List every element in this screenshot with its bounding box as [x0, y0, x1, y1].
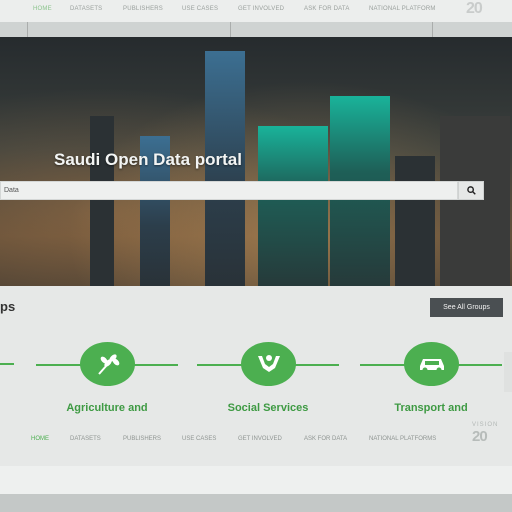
- nav-use-cases[interactable]: USE CASES: [182, 6, 218, 12]
- group-icon-circle: [404, 342, 459, 386]
- bottom-navigation: HOME DATASETS PUBLISHERS USE CASES GET I…: [0, 426, 512, 466]
- group-card-agriculture[interactable]: Agriculture and: [36, 340, 178, 414]
- skyline-building: [258, 126, 328, 286]
- nav-datasets[interactable]: DATASETS: [70, 6, 102, 12]
- footer-bar: [0, 494, 512, 512]
- nav-home[interactable]: HOME: [33, 6, 52, 12]
- skyline-building: [395, 156, 435, 286]
- see-all-groups-button[interactable]: See All Groups: [430, 298, 503, 317]
- hands-icon: [257, 355, 280, 372]
- group-card-social-services[interactable]: Social Services: [197, 340, 339, 414]
- search-button[interactable]: [458, 181, 484, 200]
- vision-year: 20: [472, 428, 488, 445]
- vision-2030-logo: VISION 20: [472, 422, 512, 460]
- skyline-building: [90, 116, 114, 286]
- search-input[interactable]: [4, 187, 457, 194]
- group-card-partial: [504, 352, 512, 392]
- nav-national-platforms[interactable]: NATIONAL PLATFORMS: [369, 436, 436, 442]
- nav-use-cases[interactable]: USE CASES: [182, 436, 216, 442]
- car-icon: [419, 359, 444, 373]
- groups-heading: ps: [0, 299, 16, 314]
- top-navigation: HOME DATASETS PUBLISHERS USE CASES GET I…: [0, 0, 512, 22]
- wheat-icon: [97, 354, 119, 375]
- nav-national-platform[interactable]: NATIONAL PLATFORM: [369, 6, 436, 12]
- page-title: Saudi Open Data portal: [54, 150, 242, 169]
- group-icon-circle: [241, 342, 296, 386]
- skyline-building: [440, 116, 510, 286]
- search-icon: [466, 186, 476, 195]
- nav-ask-for-data[interactable]: ASK FOR DATA: [304, 6, 350, 12]
- group-icon-circle: [80, 342, 135, 386]
- group-card-transport[interactable]: Transport and: [360, 340, 502, 414]
- nav-home[interactable]: HOME: [31, 436, 49, 442]
- vision-logo-ghost: 20: [466, 0, 483, 17]
- group-label: Transport and: [394, 402, 468, 414]
- nav-get-involved[interactable]: GET INVOLVED: [238, 6, 284, 12]
- nav-get-involved[interactable]: GET INVOLVED: [238, 436, 282, 442]
- group-label: Agriculture and: [66, 402, 148, 414]
- footer: [0, 466, 512, 494]
- search-bar: [0, 181, 458, 200]
- nav-datasets[interactable]: DATASETS: [70, 436, 101, 442]
- group-label: Social Services: [227, 402, 309, 414]
- nav-ask-for-data[interactable]: ASK FOR DATA: [304, 436, 347, 442]
- nav-publishers[interactable]: PUBLISHERS: [123, 6, 163, 12]
- nav-publishers[interactable]: PUBLISHERS: [123, 436, 161, 442]
- hero-banner: Saudi Open Data portal: [0, 37, 512, 286]
- group-divider: [0, 363, 14, 365]
